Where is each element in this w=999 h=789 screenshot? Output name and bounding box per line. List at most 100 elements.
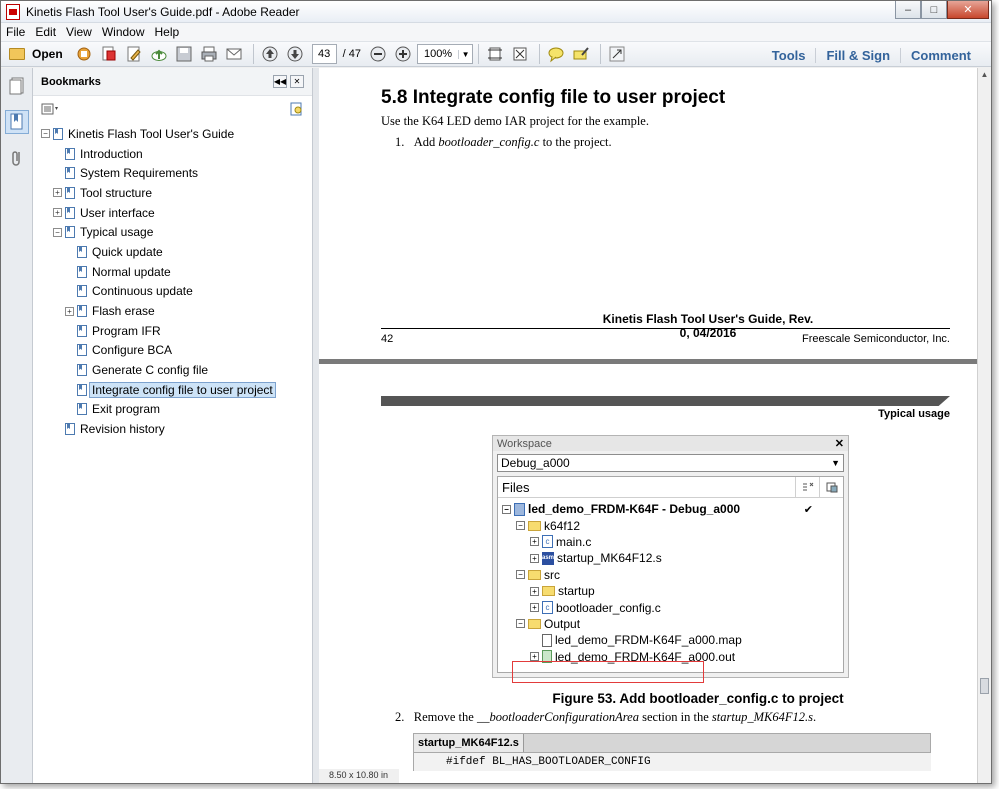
bookmark-tree: − Kinetis Flash Tool User's Guide Introduc… (33, 124, 312, 439)
expand-icon[interactable]: + (53, 188, 62, 198)
comment-button[interactable] (545, 44, 567, 64)
bookmark-icon (65, 186, 75, 199)
edit-pdf-button[interactable] (123, 44, 145, 64)
zoom-select[interactable]: 100% ▼ (417, 44, 474, 64)
page-thumbnails-button[interactable] (5, 74, 29, 98)
open-button[interactable]: Open (9, 47, 63, 61)
bookmark-item[interactable]: Continuous update (41, 282, 312, 302)
page-number: 42 (381, 333, 394, 345)
vertical-scrollbar[interactable]: ▲ (977, 68, 991, 783)
menu-edit[interactable]: Edit (30, 25, 61, 39)
configuration-dropdown: Debug_a000 ▼ (497, 454, 844, 472)
combine-pdf-button[interactable] (98, 44, 120, 64)
fill-sign-link[interactable]: Fill & Sign (815, 47, 900, 63)
collapse-panel-icon[interactable]: ◀◀ (273, 75, 287, 88)
bookmark-item[interactable]: Revision history (41, 419, 312, 439)
highlighter-icon (573, 47, 589, 60)
zoom-in-button[interactable] (392, 44, 414, 64)
menu-help[interactable]: Help (150, 25, 185, 39)
bookmark-item[interactable]: − Kinetis Flash Tool User's Guide (41, 124, 312, 144)
next-page-button[interactable] (284, 44, 306, 64)
paperclip-icon (12, 151, 20, 166)
menu-view[interactable]: View (61, 25, 97, 39)
bookmark-item[interactable]: + User interface (41, 203, 312, 223)
create-pdf-button[interactable] (73, 44, 95, 64)
previous-page-button[interactable] (259, 44, 281, 64)
attachments-button[interactable] (5, 146, 29, 170)
scroll-up-icon[interactable]: ▲ (978, 68, 991, 82)
save-button[interactable] (173, 44, 195, 64)
file-tree-label: Output (544, 616, 581, 631)
bookmark-item[interactable]: + Tool structure (41, 183, 312, 203)
bookmark-item[interactable]: Introduction (41, 144, 312, 164)
save-icon (176, 46, 192, 62)
page-number-input[interactable]: 43 (311, 44, 337, 64)
close-panel-icon[interactable]: ✕ (290, 75, 304, 88)
arrow-up-icon (262, 46, 278, 62)
bookmark-item[interactable]: Quick update (41, 242, 312, 262)
bookmark-label: Flash erase (92, 304, 155, 319)
bookmark-item[interactable]: − Typical usage (41, 222, 312, 242)
highlight-button[interactable] (570, 44, 592, 64)
arrows-icon (609, 46, 625, 62)
files-pane: Files − led_demo_FRDM-K64F - Debug_a000− k… (497, 476, 844, 673)
comment-link[interactable]: Comment (900, 47, 981, 63)
chevron-down-icon: ▼ (831, 458, 840, 468)
close-button[interactable]: ✕ (947, 1, 989, 19)
document-view[interactable]: 5.8 Integrate config file to user projec… (319, 68, 977, 783)
step-2-section-name: __bootloaderConfigurationArea (476, 710, 639, 724)
envelope-icon (226, 48, 242, 60)
bookmark-icon (77, 383, 87, 396)
collapse-icon[interactable]: − (41, 129, 50, 139)
title-bar: Kinetis Flash Tool User's Guide.pdf - Ad… (1, 1, 991, 23)
step-1-text-pre: Add (413, 135, 439, 149)
collapse-icon: − (516, 570, 525, 580)
step-2-text-mid: section in the (638, 710, 712, 724)
expand-icon[interactable]: + (65, 306, 74, 316)
bookmark-label: Introduction (80, 146, 143, 161)
chevron-down-icon: ▼ (458, 49, 472, 59)
step-1-number: 1. (395, 135, 405, 149)
toolbar-separator (539, 44, 541, 64)
expand-toolbar-button[interactable] (606, 44, 628, 64)
create-pdf-icon (77, 47, 91, 61)
menu-window[interactable]: Window (97, 25, 150, 39)
fit-page-button[interactable] (484, 44, 506, 64)
toolbar-separator (252, 44, 254, 64)
build-column-icon (819, 476, 843, 498)
email-button[interactable] (223, 44, 245, 64)
collapse-icon[interactable]: − (53, 227, 62, 237)
options-menu-icon[interactable] (41, 103, 61, 118)
bookmark-item[interactable]: System Requirements (41, 163, 312, 183)
upload-button[interactable] (148, 44, 170, 64)
bookmarks-panel-button[interactable] (5, 110, 29, 134)
tools-link[interactable]: Tools (762, 48, 816, 63)
print-button[interactable] (198, 44, 220, 64)
bookmark-item[interactable]: Integrate config file to user project (41, 380, 312, 400)
code-line: #ifdef BL_HAS_BOOTLOADER_CONFIG (413, 753, 931, 771)
full-screen-button[interactable] (509, 44, 531, 64)
bookmark-item[interactable]: Configure BCA (41, 341, 312, 361)
bookmark-item[interactable]: Exit program (41, 400, 312, 420)
bookmark-item[interactable]: Generate C config file (41, 360, 312, 380)
menu-file[interactable]: File (1, 25, 30, 39)
bookmark-item[interactable]: Normal update (41, 262, 312, 282)
minimize-button[interactable]: – (895, 1, 921, 19)
zoom-out-button[interactable] (367, 44, 389, 64)
expand-icon: + (530, 603, 539, 613)
file-tree-label: startup_MK64F12.s (557, 551, 662, 566)
printer-icon (201, 46, 217, 62)
step-1-text-post: to the project. (539, 135, 612, 149)
bookmark-item[interactable]: + Flash erase (41, 301, 312, 321)
file-tree-label: startup (558, 584, 595, 599)
bookmark-icon (65, 206, 75, 219)
scroll-thumb[interactable] (980, 678, 989, 694)
file-tree-row: + startup (498, 583, 843, 599)
toolbar: Open 43 / 47 100% ▼ Tools Fill & Sign Co… (1, 41, 991, 67)
bookmark-item[interactable]: Program IFR (41, 321, 312, 341)
bookmarks-options-bar (33, 96, 312, 124)
maximize-button[interactable]: □ (921, 1, 947, 19)
expand-icon[interactable]: + (53, 208, 62, 218)
find-bookmark-icon[interactable] (290, 102, 304, 119)
